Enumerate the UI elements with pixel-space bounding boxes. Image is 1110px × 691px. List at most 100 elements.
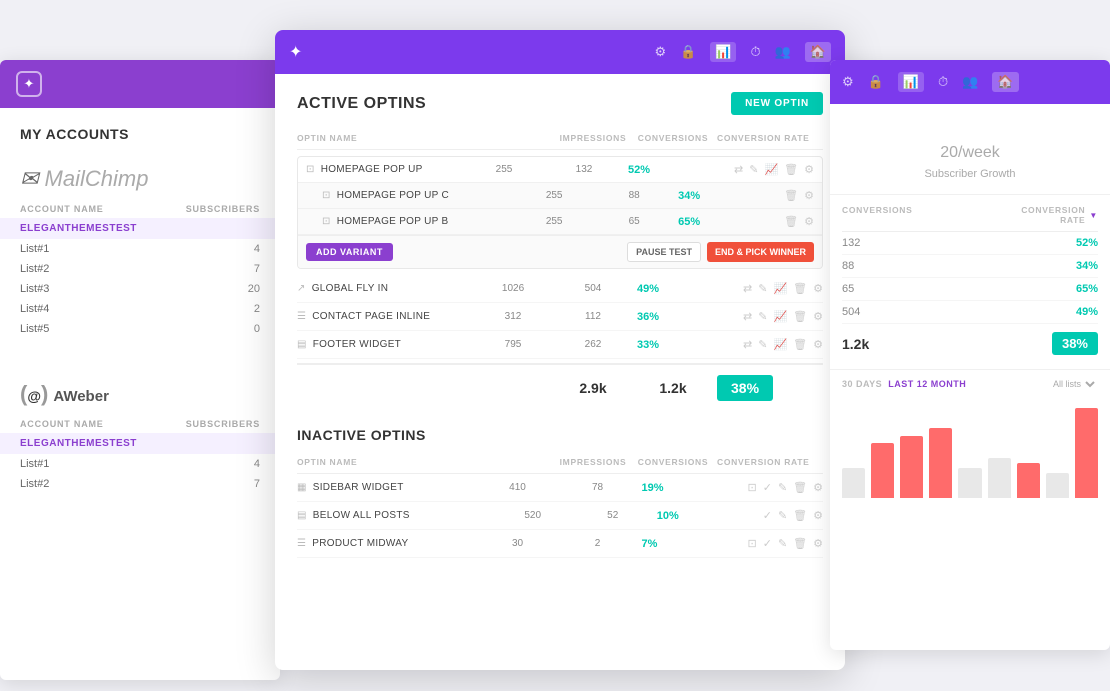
chart-icon[interactable]: 📊 — [710, 42, 736, 62]
impressions-header2: IMPRESSIONS — [553, 457, 633, 467]
settings-icon-r[interactable]: ⚙ — [842, 74, 854, 90]
conversions-val: 88 — [594, 190, 674, 201]
conversions-val: 65 — [594, 216, 674, 227]
list-item[interactable]: List#2 7 — [0, 259, 280, 279]
check-icon[interactable]: ✓ — [763, 537, 772, 550]
subscribers-label2: SUBSCRIBERS — [180, 419, 260, 429]
homepage-popup-c-row[interactable]: ⊡ HOMEPAGE POP UP C 255 88 34% 🗑 ⚙ — [298, 183, 822, 209]
optin-name: PRODUCT MIDWAY — [312, 538, 408, 549]
stats-icon[interactable]: 📈 — [773, 310, 787, 323]
global-flyin-row[interactable]: ↗ GLOBAL FLY IN 1026 504 49% ⇄ ✎ 📈 🗑 ⚙ — [297, 275, 823, 303]
edit-icon[interactable]: ✎ — [758, 338, 767, 351]
conv-rate-header2: CONVERSION RATE — [713, 457, 823, 467]
gear-icon[interactable]: ⚙ — [813, 282, 823, 295]
clock-icon-r[interactable]: ⏱ — [938, 74, 948, 90]
aweber-account-name[interactable]: ELEGANTHEMESTEST — [0, 433, 280, 454]
delete-icon[interactable]: 🗑 — [784, 189, 798, 202]
posts-icon: ▤ — [297, 510, 307, 521]
pause-test-button[interactable]: PAUSE TEST — [627, 242, 701, 262]
stats-icon[interactable]: 📈 — [773, 338, 787, 351]
total-impressions: 2.9k — [553, 380, 633, 396]
stats-table-section: CONVERSIONS CONVERSION RATE ▼ 132 52% 88… — [830, 195, 1110, 369]
clock-icon[interactable]: ⏱ — [750, 44, 760, 60]
gear-icon[interactable]: ⚙ — [804, 163, 814, 176]
gear-icon[interactable]: ⚙ — [813, 338, 823, 351]
list-item[interactable]: List#1 4 — [0, 239, 280, 259]
edit-icon[interactable]: ✎ — [749, 163, 758, 176]
edit-icon[interactable]: ✎ — [758, 310, 767, 323]
gear-icon[interactable]: ⚙ — [813, 537, 823, 550]
period-12-month[interactable]: LAST 12 MONTH — [888, 379, 966, 389]
conv-rate-val: 49% — [633, 283, 743, 295]
new-optin-button[interactable]: NEW OPTIN — [731, 92, 823, 115]
mailchimp-account-section: ✉ MailChimp ACCOUNT NAME SUBSCRIBERS ELE… — [0, 154, 280, 355]
below-all-posts-row[interactable]: ▤ BELOW ALL POSTS 520 52 10% ✓ ✎ 🗑 ⚙ — [297, 502, 823, 530]
homepage-popup-b-row[interactable]: ⊡ HOMEPAGE POP UP B 255 65 65% 🗑 ⚙ — [298, 209, 822, 235]
conversions-val: 504 — [553, 283, 633, 294]
list-item[interactable]: List#4 2 — [0, 299, 280, 319]
edit-icon[interactable]: ✎ — [758, 282, 767, 295]
home-icon[interactable]: 🏠 — [805, 42, 831, 62]
product-midway-row[interactable]: ☰ PRODUCT MIDWAY 30 2 7% ⊡ ✓ ✎ 🗑 ⚙ — [297, 530, 823, 558]
delete-icon[interactable]: 🗑 — [793, 481, 807, 494]
stats-icon[interactable]: 📈 — [764, 163, 778, 176]
activate-icon[interactable]: ⊡ — [748, 481, 757, 494]
delete-icon[interactable]: 🗑 — [793, 537, 807, 550]
delete-icon[interactable]: 🗑 — [784, 163, 798, 176]
list-item[interactable]: List#5 0 — [0, 319, 280, 339]
users-icon[interactable]: 👥 — [775, 44, 791, 60]
bar-group — [842, 468, 865, 498]
homepage-popup-row[interactable]: ⊡ HOMEPAGE POP UP 255 132 52% ⇄ ✎ 📈 🗑 ⚙ — [298, 157, 822, 183]
gear-icon[interactable]: ⚙ — [813, 481, 823, 494]
sort-icon[interactable]: ▼ — [1089, 211, 1098, 220]
inactive-table-header: OPTIN NAME IMPRESSIONS CONVERSIONS CONVE… — [297, 453, 823, 474]
lock-icon-r[interactable]: 🔒 — [868, 74, 884, 90]
gear-icon[interactable]: ⚙ — [813, 509, 823, 522]
edit-icon[interactable]: ✎ — [778, 481, 787, 494]
check-icon[interactable]: ✓ — [763, 481, 772, 494]
edit-icon[interactable]: ✎ — [778, 537, 787, 550]
stats-icon[interactable]: 📈 — [773, 282, 787, 295]
delete-icon[interactable]: 🗑 — [784, 215, 798, 228]
delete-icon[interactable]: 🗑 — [793, 338, 807, 351]
mailchimp-account-name[interactable]: ELEGANTHEMESTEST — [0, 218, 280, 239]
contact-inline-row[interactable]: ☰ CONTACT PAGE INLINE 312 112 36% ⇄ ✎ 📈 … — [297, 303, 823, 331]
chart-icon-r[interactable]: 📊 — [898, 72, 924, 92]
share-icon[interactable]: ⇄ — [743, 282, 752, 295]
period-30-days[interactable]: 30 DAYS — [842, 379, 882, 389]
gear-icon[interactable]: ⚙ — [813, 310, 823, 323]
gear-icon[interactable]: ⚙ — [804, 189, 814, 202]
users-icon-r[interactable]: 👥 — [962, 74, 978, 90]
lock-icon[interactable]: 🔒 — [680, 44, 696, 60]
share-icon[interactable]: ⇄ — [743, 310, 752, 323]
settings-icon[interactable]: ⚙ — [654, 44, 666, 60]
end-pick-button[interactable]: END & PICK WINNER — [707, 242, 814, 262]
aweber-table: ACCOUNT NAME SUBSCRIBERS ELEGANTHEMESTES… — [0, 415, 280, 494]
conv-rate-val: 36% — [633, 311, 743, 323]
impressions-val: 410 — [478, 482, 558, 493]
gear-icon[interactable]: ⚙ — [804, 215, 814, 228]
list-item[interactable]: List#3 20 — [0, 279, 280, 299]
inactive-optins-table: OPTIN NAME IMPRESSIONS CONVERSIONS CONVE… — [297, 453, 823, 558]
delete-icon[interactable]: 🗑 — [793, 310, 807, 323]
share-icon[interactable]: ⇄ — [743, 338, 752, 351]
total-conv: 1.2k — [842, 336, 1052, 352]
growth-number: 20/week — [846, 124, 1094, 166]
delete-icon[interactable]: 🗑 — [793, 282, 807, 295]
list-item[interactable]: List#2 7 — [0, 474, 280, 494]
popup-c-icon: ⊡ — [322, 190, 331, 201]
delete-icon[interactable]: 🗑 — [793, 509, 807, 522]
add-variant-button[interactable]: ADD VARIANT — [306, 243, 393, 261]
check-icon[interactable]: ✓ — [763, 509, 772, 522]
activate-icon[interactable]: ⊡ — [748, 537, 757, 550]
chart-bar — [1046, 473, 1069, 498]
home-icon-r[interactable]: 🏠 — [992, 72, 1018, 92]
list-item[interactable]: List#1 4 — [0, 454, 280, 474]
sidebar-widget-row[interactable]: ▦ SIDEBAR WIDGET 410 78 19% ⊡ ✓ ✎ 🗑 ⚙ — [297, 474, 823, 502]
list-select[interactable]: All lists — [1049, 378, 1098, 390]
share-icon[interactable]: ⇄ — [734, 163, 743, 176]
optin-name: HOMEPAGE POP UP — [321, 164, 423, 175]
popup-icon: ⊡ — [306, 164, 315, 175]
footer-widget-row[interactable]: ▤ FOOTER WIDGET 795 262 33% ⇄ ✎ 📈 🗑 ⚙ — [297, 331, 823, 359]
edit-icon[interactable]: ✎ — [778, 509, 787, 522]
